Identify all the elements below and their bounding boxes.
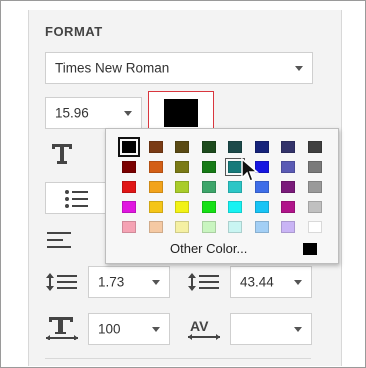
color-swatch[interactable] <box>307 161 322 173</box>
color-swatch[interactable] <box>122 161 136 173</box>
color-swatch[interactable] <box>254 221 269 233</box>
chevron-down-icon <box>294 327 302 332</box>
paragraph-spacing-value: 43.44 <box>240 274 274 290</box>
mouse-cursor-icon <box>241 158 260 182</box>
color-swatch[interactable] <box>175 181 189 193</box>
chevron-down-icon <box>152 280 160 285</box>
character-scale-icon <box>45 316 79 345</box>
line-spacing-select[interactable]: 1.73 <box>88 266 170 298</box>
color-swatch[interactable] <box>254 141 269 153</box>
character-spacing-select[interactable] <box>230 313 312 345</box>
bullet-list-button[interactable] <box>45 182 107 214</box>
color-swatch[interactable] <box>307 221 322 233</box>
color-swatch[interactable] <box>201 221 216 233</box>
color-swatch[interactable] <box>307 201 322 213</box>
line-spacing-value: 1.73 <box>98 274 125 290</box>
chevron-down-icon <box>294 280 302 285</box>
color-swatch[interactable] <box>201 141 216 153</box>
svg-text:AV: AV <box>190 318 209 334</box>
align-left-icon[interactable] <box>47 231 73 254</box>
color-swatch[interactable] <box>148 221 163 233</box>
other-color-swatch[interactable] <box>303 243 317 255</box>
paragraph-spacing-icon <box>187 272 221 297</box>
color-swatch[interactable] <box>201 181 216 193</box>
divider <box>45 358 311 359</box>
other-color-link[interactable]: Other Color... <box>170 241 247 256</box>
color-swatch[interactable] <box>228 201 242 213</box>
color-swatch[interactable] <box>281 161 295 173</box>
color-swatch[interactable] <box>307 141 322 153</box>
color-swatch[interactable] <box>175 141 189 153</box>
color-swatch[interactable] <box>148 201 163 213</box>
color-swatch[interactable] <box>281 221 295 233</box>
color-swatch[interactable] <box>122 221 136 233</box>
font-size-value: 15.96 <box>55 105 89 121</box>
chevron-down-icon <box>124 111 132 116</box>
font-family-value: Times New Roman <box>55 60 170 76</box>
color-swatch[interactable] <box>228 141 242 153</box>
color-swatch[interactable] <box>307 181 322 193</box>
text-color-swatch <box>164 99 198 127</box>
color-swatch[interactable] <box>201 201 216 213</box>
color-swatch[interactable] <box>175 221 189 233</box>
character-scale-select[interactable]: 100 <box>88 313 170 345</box>
bullet-list-icon <box>65 190 88 208</box>
character-scale-value: 100 <box>98 321 121 337</box>
color-swatch[interactable] <box>175 201 189 213</box>
line-spacing-icon <box>45 272 79 297</box>
color-swatch[interactable] <box>118 137 140 157</box>
paragraph-spacing-select[interactable]: 43.44 <box>230 266 312 298</box>
text-style-icon[interactable] <box>50 142 74 169</box>
color-swatch[interactable] <box>148 161 163 173</box>
character-spacing-icon: AV <box>187 317 223 346</box>
color-swatch[interactable] <box>254 201 269 213</box>
font-size-select[interactable]: 15.96 <box>45 97 142 129</box>
color-swatch[interactable] <box>175 161 189 173</box>
chevron-down-icon <box>295 66 303 71</box>
color-swatch[interactable] <box>122 201 136 213</box>
color-swatch[interactable] <box>201 161 216 173</box>
color-swatch[interactable] <box>122 181 136 193</box>
color-palette-dropdown: Other Color... <box>105 128 339 264</box>
color-swatch[interactable] <box>148 181 163 193</box>
color-swatch[interactable] <box>281 141 295 153</box>
chevron-down-icon <box>152 327 160 332</box>
color-swatch[interactable] <box>281 201 295 213</box>
color-swatch[interactable] <box>148 141 163 153</box>
section-title: FORMAT <box>45 24 103 39</box>
color-swatch[interactable] <box>281 181 295 193</box>
color-swatch[interactable] <box>228 221 242 233</box>
font-family-select[interactable]: Times New Roman <box>45 52 313 84</box>
